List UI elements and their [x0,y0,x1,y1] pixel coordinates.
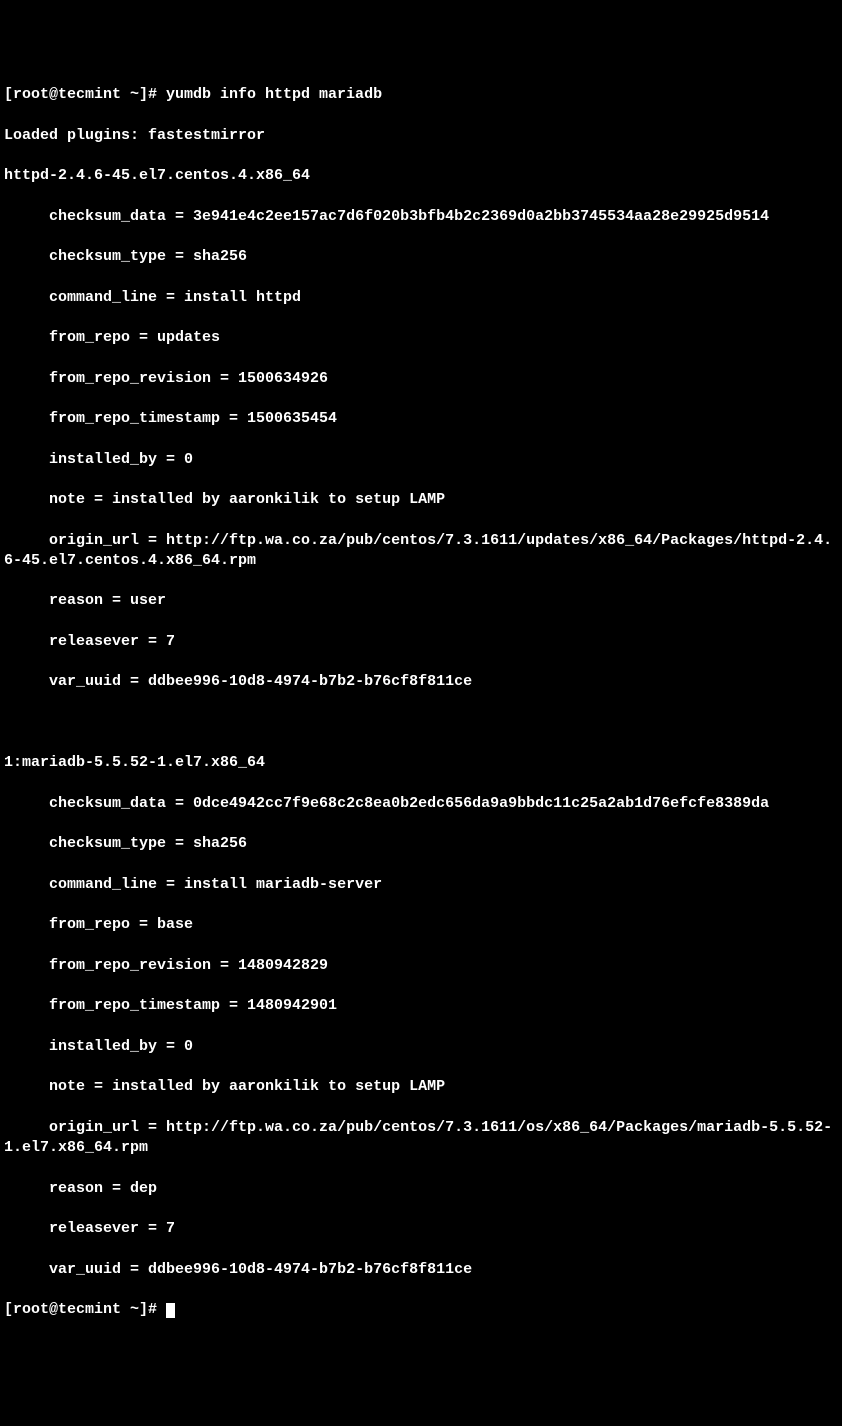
shell-prompt: [root@tecmint ~]# [4,86,166,103]
pkg2-var-uuid: var_uuid = ddbee996-10d8-4974-b7b2-b76cf… [4,1260,838,1280]
pkg1-from-repo-timestamp: from_repo_timestamp = 1500635454 [4,409,838,429]
pkg1-var-uuid: var_uuid = ddbee996-10d8-4974-b7b2-b76cf… [4,672,838,692]
shell-prompt: [root@tecmint ~]# [4,1301,166,1318]
pkg1-releasever: releasever = 7 [4,632,838,652]
cursor-icon [166,1303,175,1318]
pkg2-installed-by: installed_by = 0 [4,1037,838,1057]
pkg1-checksum-type: checksum_type = sha256 [4,247,838,267]
pkg1-installed-by: installed_by = 0 [4,450,838,470]
pkg2-reason: reason = dep [4,1179,838,1199]
pkg2-releasever: releasever = 7 [4,1219,838,1239]
pkg2-from-repo: from_repo = base [4,915,838,935]
package-header-mariadb: 1:mariadb-5.5.52-1.el7.x86_64 [4,753,838,773]
pkg1-checksum-data: checksum_data = 3e941e4c2ee157ac7d6f020b… [4,207,838,227]
blank-line [4,713,838,733]
package-header-httpd: httpd-2.4.6-45.el7.centos.4.x86_64 [4,166,838,186]
pkg2-from-repo-revision: from_repo_revision = 1480942829 [4,956,838,976]
command-text: yumdb info httpd mariadb [166,86,382,103]
pkg1-note: note = installed by aaronkilik to setup … [4,490,838,510]
pkg2-checksum-type: checksum_type = sha256 [4,834,838,854]
pkg1-command-line: command_line = install httpd [4,288,838,308]
pkg1-from-repo: from_repo = updates [4,328,838,348]
pkg1-reason: reason = user [4,591,838,611]
pkg2-from-repo-timestamp: from_repo_timestamp = 1480942901 [4,996,838,1016]
pkg2-checksum-data: checksum_data = 0dce4942cc7f9e68c2c8ea0b… [4,794,838,814]
prompt-line-2[interactable]: [root@tecmint ~]# [4,1300,838,1320]
pkg1-origin-url: origin_url = http://ftp.wa.co.za/pub/cen… [4,531,838,572]
pkg2-note: note = installed by aaronkilik to setup … [4,1077,838,1097]
loaded-plugins-line: Loaded plugins: fastestmirror [4,126,838,146]
pkg2-command-line: command_line = install mariadb-server [4,875,838,895]
prompt-line-1: [root@tecmint ~]# yumdb info httpd maria… [4,85,838,105]
pkg2-origin-url: origin_url = http://ftp.wa.co.za/pub/cen… [4,1118,838,1159]
pkg1-from-repo-revision: from_repo_revision = 1500634926 [4,369,838,389]
